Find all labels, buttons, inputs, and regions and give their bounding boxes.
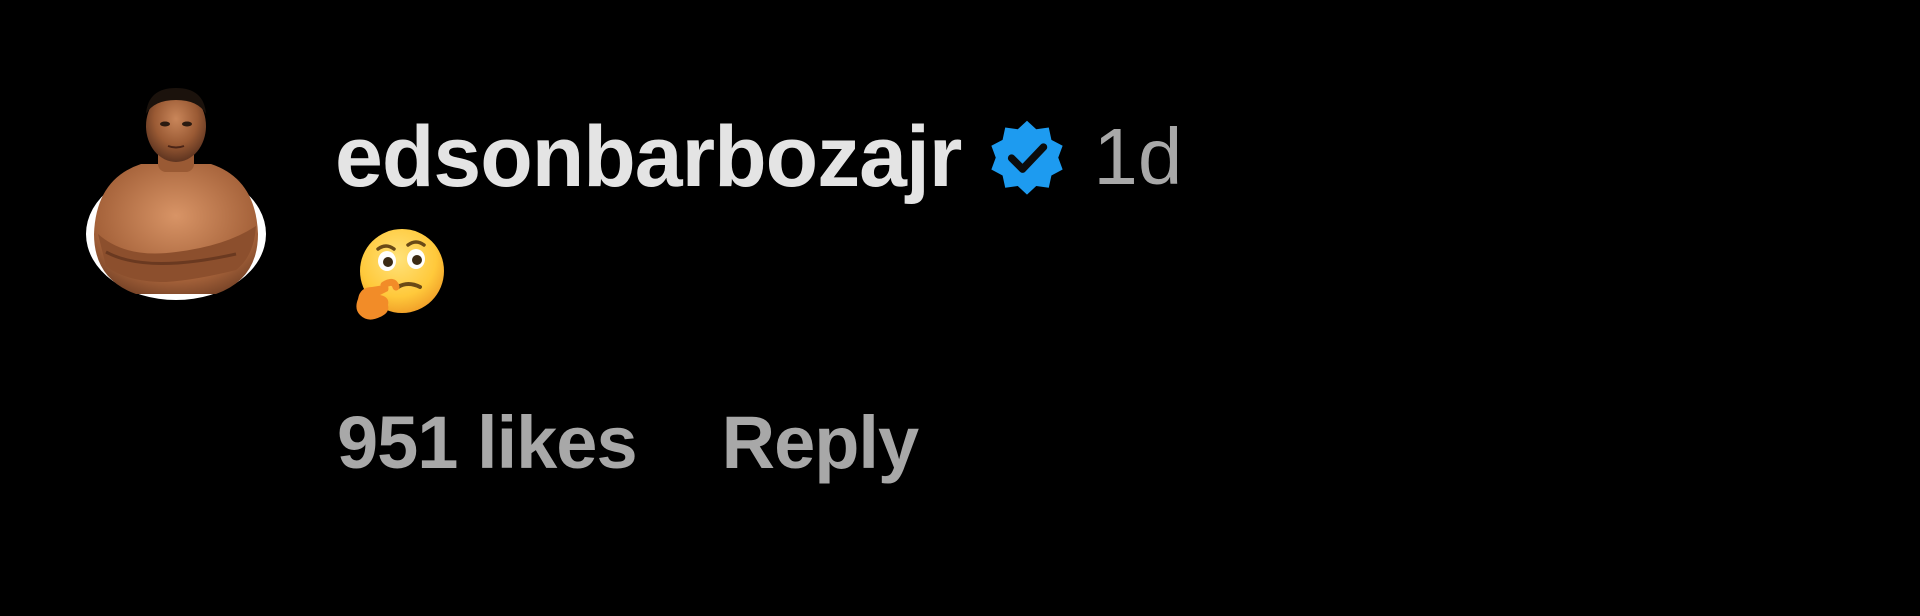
likes-count-link[interactable]: 951 likes [337,400,638,485]
username-link[interactable]: edsonbarbozajr [335,108,962,207]
comment-actions: 951 likes Reply [337,400,920,485]
comment: edsonbarbozajr 1d 951 likes Reply [0,0,1920,616]
reply-button[interactable]: Reply [722,400,920,485]
avatar[interactable] [86,84,266,300]
timestamp: 1d [1093,112,1183,201]
comment-header: edsonbarbozajr 1d [335,102,1182,212]
thinking-face-emoji [356,229,444,320]
verified-badge-icon [991,120,1063,195]
